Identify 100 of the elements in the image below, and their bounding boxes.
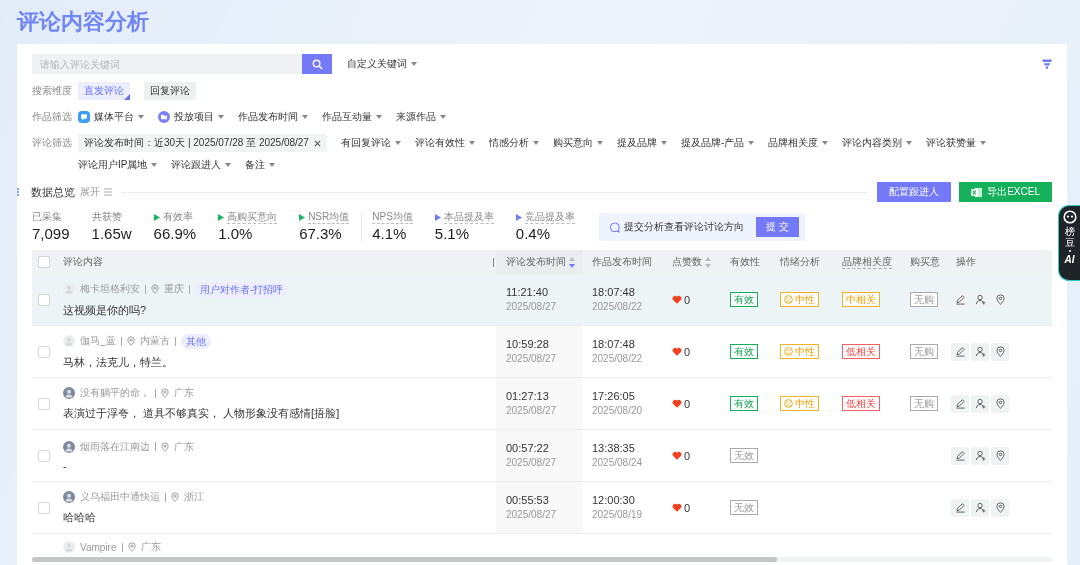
filter-dropdown[interactable]: 品牌相关度 (768, 134, 829, 152)
stat-label: 本品提及率 (443, 210, 494, 224)
list-icon (104, 188, 112, 196)
stat-label: 已采集 (32, 210, 62, 224)
filter-dropdown[interactable]: 评论内容类别 (842, 134, 913, 152)
stat-value: 5.1% (434, 224, 470, 244)
like-count: 0 (684, 397, 691, 410)
caret-icon (138, 115, 144, 119)
filter-dropdown[interactable]: 提及品牌-产品 (680, 134, 755, 152)
row-checkbox[interactable] (38, 293, 50, 306)
location-button[interactable] (991, 342, 1009, 361)
work-time: 18:07:48 (592, 285, 635, 300)
caret-icon (411, 62, 417, 66)
location-text: 广东 (174, 386, 194, 400)
filter-dropdown[interactable]: 购买意向 (552, 134, 603, 152)
work-time: 12:00:30 (592, 493, 635, 508)
caret-icon (394, 141, 401, 145)
pencil-icon (954, 346, 966, 357)
row-checkbox[interactable] (38, 345, 50, 358)
location-text: 重庆 (164, 282, 184, 296)
row-checkbox[interactable] (38, 501, 50, 514)
comment-category-tag: 其他 (180, 333, 211, 349)
relevance-tag: 中相关 (842, 292, 880, 307)
section-title: 数据总览 (31, 184, 75, 200)
stat-label: 有效率 (162, 210, 193, 224)
filter-dropdown[interactable]: 评论有效性 (414, 134, 475, 152)
edit-button[interactable] (951, 342, 969, 361)
page-title: 评论内容分析 (17, 8, 149, 36)
column-header: 点赞数 (672, 255, 702, 269)
assign-person-button[interactable] (971, 394, 989, 413)
search-icon (311, 58, 323, 70)
folder-icon (158, 111, 170, 123)
filter-dropdown[interactable]: 提及品牌 (616, 134, 667, 152)
caret-icon (151, 163, 158, 167)
location-pin-icon (126, 336, 135, 346)
custom-keyword-dropdown[interactable]: 自定义关键词 (347, 55, 417, 73)
sort-icon[interactable] (569, 256, 575, 268)
person-icon (974, 294, 986, 305)
stat-label: 共获赞 (91, 210, 122, 224)
comment-time: 00:55:53 (506, 493, 549, 508)
select-all-checkbox[interactable] (38, 256, 50, 268)
location-button[interactable] (991, 446, 1009, 465)
caret-icon (596, 141, 603, 145)
assign-person-button[interactable] (971, 498, 989, 517)
funnel-icon[interactable] (1042, 59, 1052, 69)
filter-dropdown[interactable]: 情感分析 (488, 134, 539, 152)
filter-dropdown[interactable]: 来源作品 (396, 108, 446, 126)
row-checkbox[interactable] (38, 397, 50, 410)
column-header: 评论发布时间 (506, 255, 566, 269)
pencil-icon (954, 502, 966, 513)
filter-dropdown[interactable]: 有回复评论 (340, 134, 401, 152)
comment-time: 11:21:40 (506, 285, 548, 300)
edit-button[interactable] (951, 446, 969, 465)
filter-dropdown[interactable]: 作品发布时间 (238, 108, 308, 126)
row-checkbox[interactable] (38, 449, 50, 462)
emotion-text: 中性 (795, 293, 815, 306)
heart-icon (672, 451, 682, 460)
edit-button[interactable] (951, 498, 969, 517)
filter-dropdown[interactable]: 评论用户IP属地 (78, 156, 158, 174)
dimension-option[interactable]: 直发评论 (78, 82, 130, 100)
location-button[interactable] (991, 498, 1009, 517)
location-pin-icon (995, 398, 1005, 409)
column-header: 购买意 (910, 255, 940, 269)
applied-filter[interactable]: 评论发布时间：近30天 | 2025/07/28 至 2025/08/27 (78, 134, 327, 152)
stat-value: 4.1% (372, 224, 408, 244)
submit-button[interactable]: 提 交 (755, 217, 799, 237)
filter-dropdown[interactable]: 备注 (245, 156, 276, 174)
location-button[interactable] (991, 394, 1009, 413)
purchase-tag: 无购 (910, 292, 938, 307)
location-text: 广东 (174, 439, 194, 454)
scrollbar-thumb[interactable] (32, 557, 777, 562)
location-pin-icon (171, 492, 179, 502)
assign-button[interactable]: 配置跟进人 (877, 182, 952, 202)
dimension-option[interactable]: 回复评论 (144, 82, 196, 100)
column-header: 有效性 (730, 255, 760, 269)
author-name: 烟雨落在江南边 (80, 439, 150, 454)
location-pin-icon (127, 542, 136, 552)
assistant-button[interactable]: 榜豆 AI (1058, 205, 1080, 281)
column-header: 操作 (956, 255, 976, 269)
author-name: 伽马_蓝 (80, 334, 116, 348)
validity-tag: 有效 (730, 396, 758, 411)
pencil-icon (954, 450, 966, 461)
edit-button[interactable] (951, 394, 969, 413)
caret-icon (218, 115, 224, 119)
search-button[interactable] (302, 54, 332, 74)
filter-dropdown[interactable]: 评论获赞量 (926, 134, 987, 152)
person-icon (974, 450, 986, 461)
chat-bubble-icon (78, 111, 90, 123)
filter-dropdown[interactable]: 投放项目 (158, 108, 224, 126)
stat-label: NPS均值 (372, 210, 413, 224)
assign-person-button[interactable] (971, 342, 989, 361)
filter-dropdown[interactable]: 评论跟进人 (171, 156, 232, 174)
author-name: Vampire (80, 541, 117, 553)
assign-person-button[interactable] (971, 446, 989, 465)
comment-time: 01:27:13 (506, 389, 549, 404)
comment-category-tag: 用户对作者-打招呼 (195, 281, 289, 297)
location-pin-icon (995, 502, 1005, 513)
close-icon[interactable] (313, 139, 321, 147)
filter-dropdown[interactable]: 媒体平台 (78, 108, 144, 126)
filter-dropdown[interactable]: 作品互动量 (322, 108, 382, 126)
